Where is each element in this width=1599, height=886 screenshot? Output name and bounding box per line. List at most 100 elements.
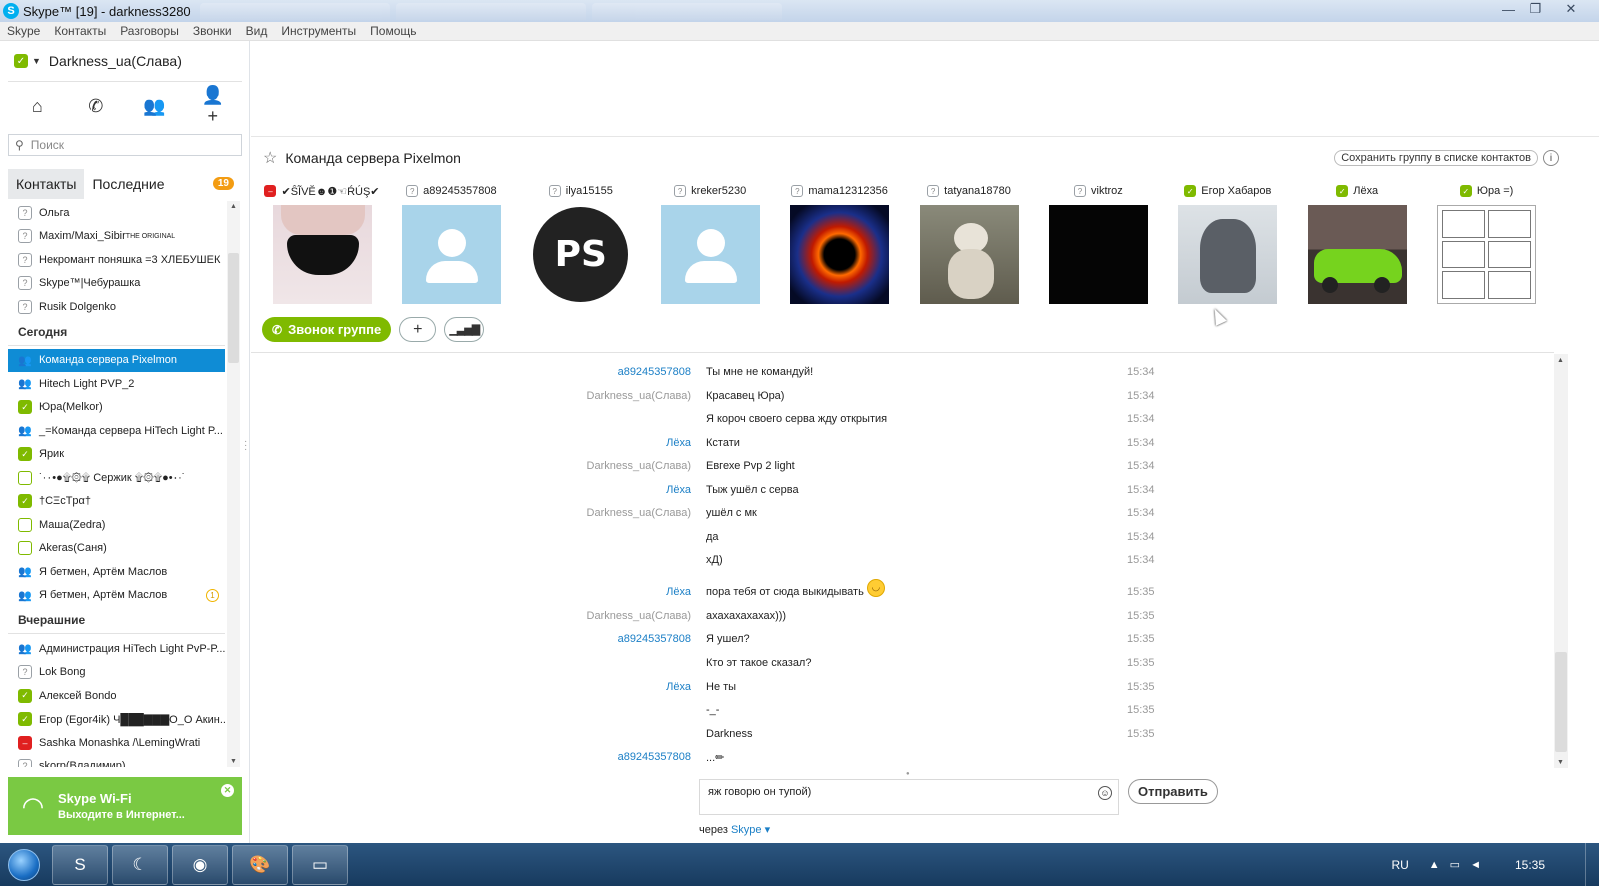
contact-item[interactable]: 👥 Команда сервера Pixelmon <box>8 348 225 372</box>
menu-skype[interactable]: Skype <box>7 24 40 38</box>
online-status-icon[interactable]: ✓ <box>14 54 28 68</box>
avatar[interactable] <box>272 205 372 304</box>
add-contact-icon[interactable]: 👤+ <box>198 85 228 127</box>
contact-list-scrollbar[interactable]: ▲ ▼ <box>227 201 240 767</box>
maximize-button[interactable]: ❐ <box>1522 0 1549 18</box>
avatar[interactable] <box>919 205 1019 304</box>
participant[interactable]: ? ilya15155 PS <box>521 182 641 304</box>
info-icon[interactable]: i <box>1543 150 1559 166</box>
contact-item[interactable]: ✓ Ярик <box>8 443 225 467</box>
participant[interactable]: ✓ Егор Хабаров <box>1168 182 1288 304</box>
contact-item[interactable]: Маша(Zedra) <box>8 513 225 537</box>
avatar[interactable]: PS <box>531 205 631 304</box>
message-input-text[interactable]: яж говорю он тупой) <box>708 786 811 798</box>
message-sender[interactable]: a89245357808 <box>491 751 691 763</box>
menu-view[interactable]: Вид <box>246 24 268 38</box>
wifi-ad-banner[interactable]: ◠ Skype Wi-Fi Выходите в Интернет... ✕ <box>8 777 242 835</box>
contacts-group-icon[interactable]: 👥 <box>139 96 169 117</box>
contact-item[interactable]: 👥 Администрация HiTech Light PvP-P... <box>8 637 225 661</box>
pane-splitter[interactable]: · · · <box>244 437 247 455</box>
avatar[interactable] <box>401 205 501 304</box>
language-indicator[interactable]: RU <box>1391 858 1408 872</box>
participant[interactable]: – ✔ŜĨVĔ☻❶☜ŔÚŞ✔ <box>262 182 382 304</box>
avatar[interactable] <box>1307 205 1407 304</box>
menu-contacts[interactable]: Контакты <box>54 24 106 38</box>
group-call-button[interactable]: ✆ Звонок группе <box>262 317 392 342</box>
contact-item[interactable]: Akeras(Саня) <box>8 537 225 561</box>
message-input[interactable]: яж говорю он тупой) ☺ <box>699 779 1119 815</box>
start-button[interactable] <box>0 845 48 885</box>
chat-scrollbar[interactable]: ▲ ▼ <box>1554 354 1568 768</box>
contact-item[interactable]: ? skorp(Владимир) <box>8 755 225 767</box>
contact-item[interactable]: 👥 Я бетмен, Артём Маслов <box>8 560 225 584</box>
participant[interactable]: ? mama12312356 <box>780 182 900 304</box>
contact-item[interactable]: ✓ Егор (Egor4ik) Ч███▇▇▇O_O Акин... <box>8 708 225 732</box>
profile-header[interactable]: ✓ ▼ Darkness_ua(Слава) <box>14 53 182 69</box>
chevron-down-icon[interactable]: ▼ <box>32 56 41 66</box>
show-desktop-button[interactable] <box>1585 843 1599 886</box>
contact-item[interactable]: ✓ Алексей Bondo <box>8 684 225 708</box>
scroll-down-icon[interactable]: ▼ <box>230 758 237 765</box>
clock[interactable]: 15:35 <box>1515 858 1545 872</box>
paint-taskbar-icon[interactable]: 🎨 <box>232 844 288 885</box>
call-quality-icon[interactable]: ▁▃▅▇ <box>444 317 485 342</box>
chevron-down-icon[interactable]: ▾ <box>765 824 771 836</box>
profile-name[interactable]: Darkness_ua(Слава) <box>49 53 182 69</box>
phone-icon[interactable]: ✆ <box>81 96 111 117</box>
star-icon[interactable]: ☆ <box>263 148 277 168</box>
contact-item[interactable]: ˙·٠•●۩۞۩ Сержик ۩۞۩●•٠·˙ <box>8 466 225 490</box>
contact-item[interactable]: 👥 Я бетмен, Артём Маслов 1 <box>8 584 225 608</box>
contact-item[interactable]: ✓ †CΞcTpα† <box>8 490 225 514</box>
app-taskbar-icon[interactable]: ☾ <box>112 844 168 885</box>
message-sender[interactable]: a89245357808 <box>491 633 691 645</box>
add-participant-button[interactable]: + <box>399 317 437 342</box>
message-sender[interactable]: a89245357808 <box>491 366 691 378</box>
avatar[interactable] <box>1437 205 1537 304</box>
participant[interactable]: ✓ Лёха <box>1297 182 1417 304</box>
via-skype-link[interactable]: Skype <box>731 824 762 836</box>
participant[interactable]: ? viktroz <box>1038 182 1158 304</box>
avatar[interactable] <box>1178 205 1278 304</box>
scroll-thumb[interactable] <box>1555 652 1567 752</box>
save-group-button[interactable]: Сохранить группу в списке контактов <box>1334 150 1538 166</box>
contact-item[interactable]: ✓ Юра(Melkor) <box>8 396 225 420</box>
firefox-taskbar-icon[interactable]: ◉ <box>172 844 228 885</box>
participant[interactable]: ? kreker5230 <box>650 182 770 304</box>
contact-item[interactable]: ? Rusik Dolgenko <box>8 295 225 319</box>
resize-handle[interactable]: ● <box>906 771 910 777</box>
scroll-up-icon[interactable]: ▲ <box>1557 357 1564 364</box>
contact-item[interactable]: ? Skype™|Чебурашка <box>8 272 225 296</box>
menu-tools[interactable]: Инструменты <box>281 24 356 38</box>
message-sender[interactable]: Лёха <box>491 681 691 693</box>
emoticon-icon[interactable]: ☺ <box>1098 786 1112 800</box>
minimize-button[interactable]: — <box>1495 0 1522 18</box>
close-button[interactable]: ✕ <box>1549 0 1593 18</box>
tray-icons[interactable]: ▲▭◄ <box>1429 858 1491 871</box>
tab-recent[interactable]: Последние <box>84 169 172 199</box>
participant[interactable]: ? a89245357808 <box>391 182 511 304</box>
message-sender[interactable]: Лёха <box>491 484 691 496</box>
menu-calls[interactable]: Звонки <box>193 24 232 38</box>
contact-item[interactable]: ? Lok Bong <box>8 661 225 685</box>
scroll-thumb[interactable] <box>228 253 239 363</box>
participant[interactable]: ✓ Юра =) <box>1427 182 1547 304</box>
scroll-down-icon[interactable]: ▼ <box>1557 759 1564 766</box>
close-icon[interactable]: ✕ <box>221 784 234 797</box>
contact-item[interactable]: 👥 _=Команда сервера HiTech Light P... <box>8 419 225 443</box>
avatar[interactable] <box>1048 205 1148 304</box>
message-sender[interactable]: Лёха <box>491 437 691 449</box>
avatar[interactable] <box>660 205 760 304</box>
contact-item[interactable]: 👥 Hitech Light PVP_2 <box>8 372 225 396</box>
menu-conversations[interactable]: Разговоры <box>120 24 179 38</box>
participant[interactable]: ? tatyana18780 <box>909 182 1029 304</box>
contact-item[interactable]: ? Ольга <box>8 201 225 225</box>
home-icon[interactable]: ⌂ <box>22 96 52 117</box>
contact-item[interactable]: – Sashka Monashka /\LemingWrati <box>8 731 225 755</box>
skype-taskbar-icon[interactable]: S <box>52 844 108 885</box>
send-button[interactable]: Отправить <box>1128 779 1218 804</box>
scroll-up-icon[interactable]: ▲ <box>230 203 237 210</box>
message-sender[interactable]: Лёха <box>491 586 691 598</box>
tab-contacts[interactable]: Контакты <box>8 169 85 199</box>
contact-item[interactable]: ? Некромант поняшка =3 ХЛЕБУШЕК <box>8 248 225 272</box>
avatar[interactable] <box>790 205 890 304</box>
